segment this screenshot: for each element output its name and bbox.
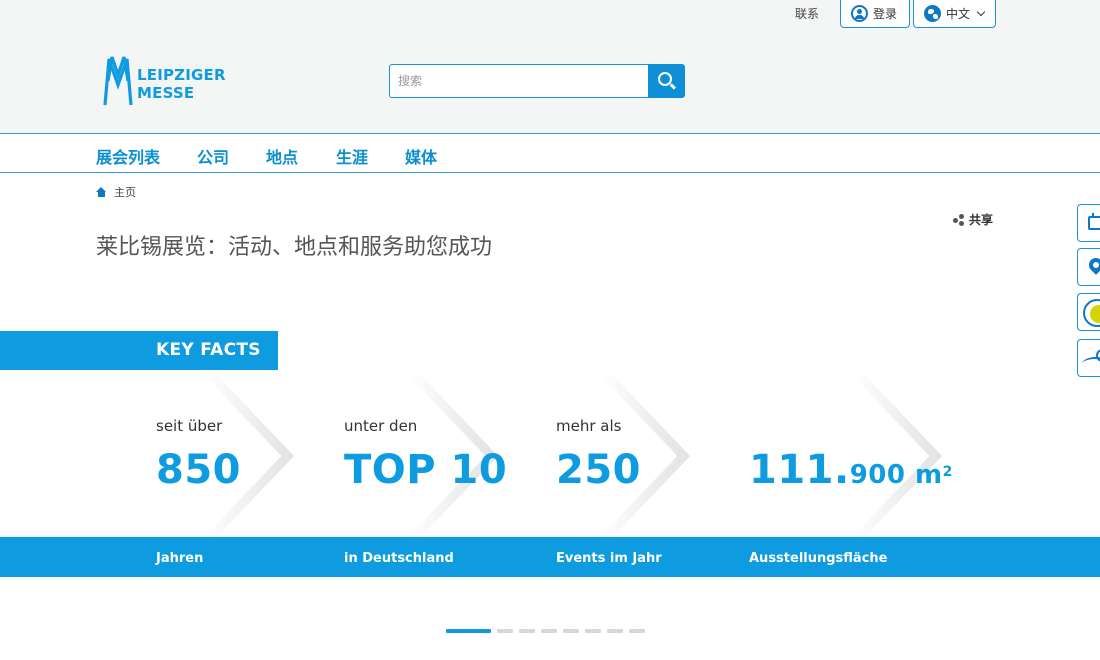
page: 联系 登录 中文 LEIPZIGER MESSE 搜索 展会列表 公司 地点 生… [0,0,1100,660]
fact-2-pre: unter den [344,417,418,435]
fact-4-value: 111.900 m2 [749,446,953,499]
carousel-dot[interactable] [563,629,579,633]
side-tool-location[interactable] [1077,248,1100,286]
search-button[interactable] [648,64,685,98]
chevron-down-icon [976,7,986,16]
share-label: 共享 [969,213,994,227]
fact-4-value-sup: 2 [942,464,953,480]
carousel-dot[interactable] [541,629,557,633]
fact-4-value-main: 111. [749,447,850,493]
map-icon [1081,349,1100,371]
search-icon [658,72,672,86]
carousel-dot[interactable] [607,629,623,633]
header: 联系 登录 中文 LEIPZIGER MESSE [0,0,1100,134]
logo-text: LEIPZIGER MESSE [137,66,226,102]
leipziger-messe-logo[interactable]: LEIPZIGER MESSE [102,55,226,109]
page-title: 莱比锡展览：活动、地点和服务助您成功 [96,235,493,260]
nav-item-careers[interactable]: 生涯 [336,144,368,168]
nav-item-exhibitions[interactable]: 展会列表 [96,144,160,168]
home-icon[interactable] [96,187,107,197]
fact-2-value: TOP 10 [344,447,508,493]
share-button[interactable]: 共享 [953,211,993,228]
login-button[interactable]: 登录 [840,0,910,28]
fact-2-post: in Deutschland [344,551,454,566]
carousel-dot[interactable] [585,629,601,633]
calendar-icon [1088,213,1100,230]
logo-line-2: MESSE [137,84,195,102]
side-tool-calendar[interactable] [1077,204,1100,242]
language-label: 中文 [946,7,971,21]
search-input[interactable] [389,64,649,98]
logo-mark-icon [103,56,133,106]
side-tool-sustainability[interactable] [1077,293,1100,331]
globe-icon [924,5,941,22]
user-icon [851,5,868,22]
fact-1-post: Jahren [156,551,204,566]
fact-4-value-small: 900 m [849,460,943,490]
nav-item-media[interactable]: 媒体 [405,144,437,168]
carousel-dot[interactable] [519,629,535,633]
breadcrumb: 主页 [96,184,136,200]
carousel-dot[interactable] [629,629,645,633]
carousel-indicators [446,629,645,633]
key-facts-label: KEY FACTS [0,331,278,370]
key-facts-title: KEY FACTS [156,340,261,360]
sustainability-icon [1083,299,1100,327]
login-label: 登录 [873,7,898,21]
nav-item-venues[interactable]: 地点 [266,144,298,168]
fact-1-pre: seit über [156,417,223,435]
breadcrumb-home[interactable]: 主页 [114,184,136,200]
fact-1-value: 850 [156,447,241,493]
side-tool-map[interactable] [1077,339,1100,377]
logo-line-1: LEIPZIGER [137,66,226,84]
fact-4-post: Ausstellungsfläche [749,551,888,566]
main-nav: 展会列表 公司 地点 生涯 媒体 [0,135,1100,173]
language-selector[interactable]: 中文 [913,0,996,28]
fact-3-value: 250 [556,447,641,493]
location-pin-icon [1086,255,1100,275]
carousel-dot[interactable] [446,629,491,633]
nav-item-company[interactable]: 公司 [197,144,229,168]
search-box [389,64,685,98]
share-icon [953,213,965,226]
fact-3-pre: mehr als [556,417,622,435]
contact-link[interactable]: 联系 [795,6,819,22]
carousel-dot[interactable] [497,629,513,633]
fact-3-post: Events im Jahr [556,551,662,566]
